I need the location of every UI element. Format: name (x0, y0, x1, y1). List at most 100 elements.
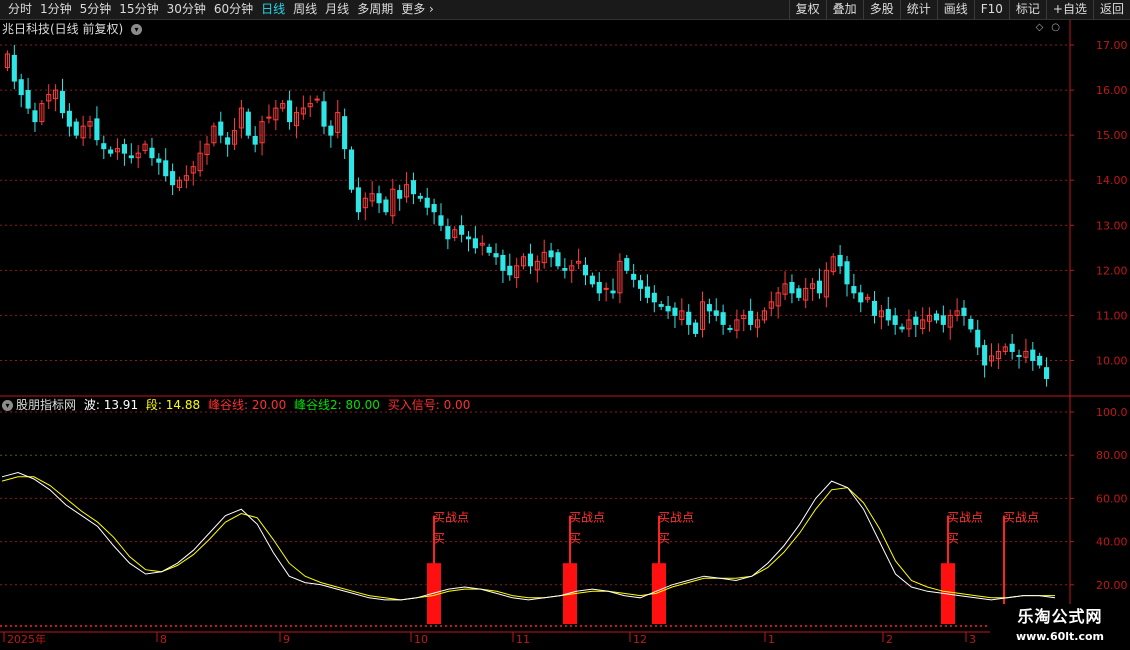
candle-body (871, 300, 878, 316)
candle-body (1016, 354, 1022, 357)
candle-body (66, 110, 72, 127)
candle-body (527, 253, 534, 267)
legend-duan: 段: 14.88 (146, 398, 200, 412)
chevron-down-icon[interactable]: ▾ (131, 24, 143, 35)
candle-body (46, 94, 52, 102)
candle-body (816, 280, 823, 294)
settings-circle-icon[interactable]: ○ (1051, 22, 1060, 33)
price-axis: 17.00 16.00 15.00 14.00 13.00 12.00 11.00 10.00 (1070, 39, 1128, 367)
candle-body (837, 254, 843, 267)
tab-period-multi[interactable]: 多周期 (353, 0, 397, 19)
candle-body (961, 307, 967, 316)
candle-body (830, 256, 836, 273)
statistics-button[interactable]: 统计 (899, 0, 937, 19)
candle-body (135, 152, 141, 159)
add-watchlist-button[interactable]: +自选 (1045, 0, 1093, 19)
candle-body (266, 116, 272, 119)
overlay-button[interactable]: 叠加 (825, 0, 863, 19)
candle-body (108, 149, 114, 154)
candle-body (693, 322, 699, 334)
candle-body (713, 310, 719, 316)
candle-body (651, 292, 657, 303)
candle-body (211, 125, 217, 144)
candle-body (101, 143, 107, 150)
candle-body (637, 280, 644, 289)
candle-body (80, 125, 86, 139)
candle-body (789, 281, 795, 294)
candle-body (87, 121, 93, 127)
tab-period-fenshi[interactable]: 分时 (4, 0, 36, 19)
indicator-tick-label: 100.0 (1096, 406, 1128, 419)
candle-body (300, 107, 306, 115)
candle-body (947, 314, 953, 328)
candlesticks (4, 45, 1050, 387)
tab-period-more[interactable]: 更多 › (397, 0, 438, 19)
candle-body (548, 250, 554, 258)
candle-body (73, 121, 79, 136)
tab-period-5min[interactable]: 5分钟 (76, 0, 116, 19)
signal-buy-label: 买 (569, 532, 581, 546)
indicator-tick-label: 80.00 (1096, 449, 1128, 462)
candle-body (376, 193, 382, 204)
tab-period-15min[interactable]: 15分钟 (115, 0, 162, 19)
fuquan-button[interactable]: 复权 (788, 0, 826, 19)
candle-body (4, 53, 11, 69)
candle-body (920, 319, 926, 329)
tab-period-30min[interactable]: 30分钟 (163, 0, 210, 19)
candle-body (465, 236, 472, 240)
candle-body (32, 110, 38, 123)
indicator-tick-label: 40.00 (1096, 536, 1128, 549)
candle-body (197, 152, 203, 172)
candle-body (431, 204, 437, 213)
candle-body (1002, 346, 1008, 352)
signal-label: 买战点 (569, 511, 605, 525)
candle-body (968, 318, 974, 330)
signal-bar (427, 563, 441, 624)
chart-canvas: 17.0016.0015.0014.0013.0012.0011.0010.00… (0, 20, 1130, 650)
indicator-tick-label: 60.00 (1096, 492, 1128, 505)
tab-period-1min[interactable]: 1分钟 (36, 0, 76, 19)
candle-body (658, 304, 664, 307)
candle-body (369, 193, 375, 202)
candle-body (328, 125, 334, 136)
tab-period-daily[interactable]: 日线 (257, 0, 289, 19)
tab-period-more-label: 更多 (401, 2, 426, 16)
diamond-icon[interactable]: ◇ (1036, 22, 1044, 33)
date-tick-label: 2 (886, 633, 893, 646)
candle-body (782, 283, 788, 295)
candle-body (644, 286, 650, 298)
draw-line-button[interactable]: 画线 (936, 0, 974, 19)
mark-button[interactable]: 标记 (1008, 0, 1046, 19)
main-panel-title[interactable]: 兆日科技(日线 前复权) ▾ (2, 21, 145, 37)
candle-body (569, 265, 575, 271)
candle-body (589, 275, 595, 285)
period-tabs: 分时 1分钟 5分钟 15分钟 30分钟 60分钟 日线 周线 月线 多周期 更… (4, 0, 438, 19)
candle-body (314, 98, 320, 101)
indicator-tick-label: 20.00 (1096, 579, 1128, 592)
candle-body (507, 265, 513, 276)
multi-stock-button[interactable]: 多股 (862, 0, 900, 19)
chart-frame (0, 20, 1130, 650)
candle-body (417, 195, 423, 199)
watermark-title: 乐淘公式网 (1017, 607, 1103, 626)
signal-label: 买战点 (947, 511, 983, 525)
date-tick-label: 2025年 (7, 632, 46, 646)
indicator-legend: ▾ 股朋指标网 波: 13.91 段: 14.88 峰谷线: 20.00 峰谷线2… (2, 397, 470, 413)
chevron-down-icon[interactable]: ▾ (2, 400, 13, 411)
stock-title: 兆日科技(日线 前复权) (2, 22, 124, 36)
date-tick-label: 10 (414, 633, 428, 646)
candle-body (617, 260, 623, 294)
candle-body (727, 327, 733, 330)
candle-body (156, 158, 162, 163)
tab-period-monthly[interactable]: 月线 (321, 0, 353, 19)
candle-body (844, 261, 850, 285)
legend-bo-label: 波: (83, 398, 100, 412)
candle-body (176, 179, 183, 188)
tab-period-weekly[interactable]: 周线 (289, 0, 321, 19)
period-toolbar: 分时 1分钟 5分钟 15分钟 30分钟 60分钟 日线 周线 月线 多周期 更… (0, 0, 1130, 20)
bo-line (1, 471, 1056, 601)
back-button[interactable]: 返回 (1092, 0, 1130, 19)
tab-period-60min[interactable]: 60分钟 (210, 0, 257, 19)
candle-body (754, 319, 761, 328)
f10-button[interactable]: F10 (973, 0, 1009, 19)
